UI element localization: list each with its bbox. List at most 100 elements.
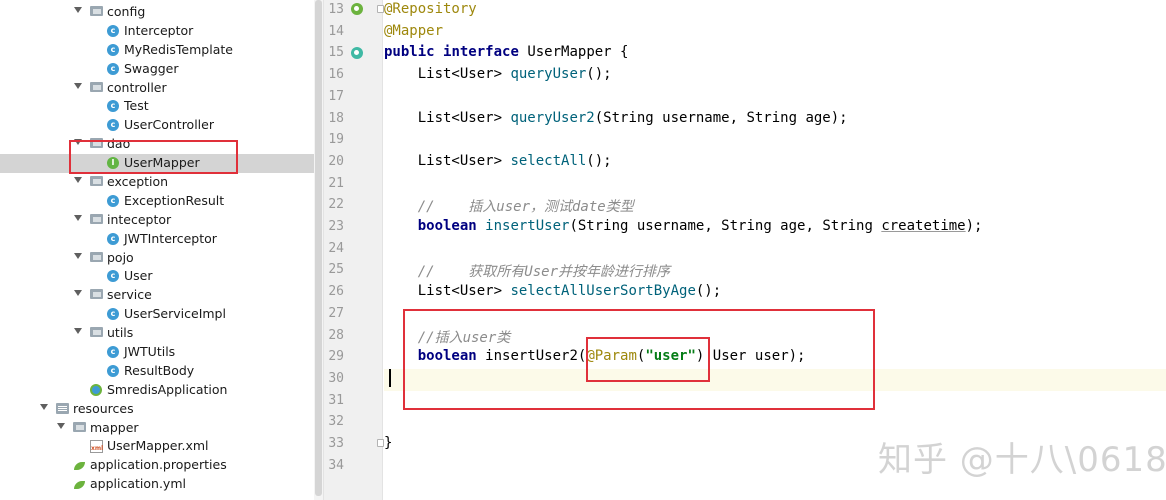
code-line[interactable]: public interface UserMapper { bbox=[384, 43, 1166, 65]
resources-folder-icon bbox=[56, 402, 69, 414]
code-token: List<User> bbox=[384, 109, 511, 126]
tree-item-service[interactable]: service bbox=[0, 286, 314, 305]
code-token: @Mapper bbox=[384, 22, 444, 39]
mapper-navigation-gutter-icon[interactable] bbox=[351, 47, 363, 59]
line-number: 20 bbox=[328, 153, 344, 169]
tree-item-controller[interactable]: controller bbox=[0, 79, 314, 98]
tree-item-usermapper-xml[interactable]: xml UserMapper.xml bbox=[0, 437, 314, 456]
code-line[interactable] bbox=[384, 174, 1166, 196]
class-icon: c bbox=[107, 270, 119, 283]
code-token: selectAllUserSortByAge bbox=[510, 283, 696, 300]
expand-arrow-icon[interactable] bbox=[74, 7, 82, 13]
line-number: 14 bbox=[328, 23, 344, 39]
code-line[interactable]: List<User> selectAllUserSortByAge(); bbox=[384, 282, 1166, 304]
expand-arrow-icon[interactable] bbox=[57, 422, 65, 429]
expand-arrow-icon[interactable] bbox=[74, 290, 82, 297]
code-line[interactable]: // 插入user，测试date类型 bbox=[384, 195, 1166, 217]
tree-item-application-properties[interactable]: application.properties bbox=[0, 456, 314, 475]
code-fold-icon[interactable] bbox=[377, 439, 384, 447]
expand-arrow-icon[interactable] bbox=[74, 82, 82, 89]
code-line[interactable]: @Repository bbox=[384, 0, 1166, 22]
class-icon: c bbox=[107, 232, 119, 245]
tree-item-exception[interactable]: exception bbox=[0, 173, 314, 192]
code-token: interface bbox=[443, 44, 528, 61]
tree-item-label: inteceptor bbox=[107, 211, 172, 227]
tree-item-pojo[interactable]: pojo bbox=[0, 249, 314, 268]
class-icon: c bbox=[107, 62, 119, 75]
tree-item-label: MyRedisTemplate bbox=[124, 41, 233, 57]
tree-item-label: mapper bbox=[90, 419, 139, 435]
tree-item-label: SmredisApplication bbox=[107, 381, 228, 397]
expand-arrow-icon[interactable] bbox=[74, 252, 82, 259]
tree-item-label: Swagger bbox=[124, 60, 179, 76]
tree-item-swagger[interactable]: c Swagger bbox=[0, 60, 314, 79]
spring-config-icon bbox=[73, 478, 86, 492]
tree-item-label: ResultBody bbox=[124, 362, 195, 378]
code-token: createtime bbox=[881, 218, 966, 234]
code-token: ); bbox=[965, 218, 983, 234]
code-fold-icon[interactable] bbox=[377, 5, 384, 13]
tree-item-label: pojo bbox=[107, 249, 134, 265]
code-line[interactable] bbox=[384, 87, 1166, 109]
code-token: (); bbox=[695, 283, 722, 300]
class-icon: c bbox=[107, 194, 119, 207]
code-line[interactable]: List<User> queryUser2(String username, S… bbox=[384, 109, 1166, 131]
code-token: @Repository bbox=[384, 1, 477, 17]
line-number: 32 bbox=[328, 414, 344, 430]
editor-gutter: 13 14 15 16 17 18 19 20 21 22 23 24 25 26 27 28 29 30 31 32… bbox=[324, 0, 384, 500]
tree-item-utils[interactable]: utils bbox=[0, 324, 314, 343]
code-token: // 插入user，测试date类型 bbox=[384, 199, 634, 216]
folder-icon bbox=[90, 176, 103, 187]
tree-item-myredistemplate[interactable]: c MyRedisTemplate bbox=[0, 41, 314, 60]
code-editor[interactable]: @Repository @Mapper public interface UserM… bbox=[384, 0, 1166, 500]
tree-item-resultbody[interactable]: c ResultBody bbox=[0, 362, 314, 381]
tree-item-label: exception bbox=[107, 174, 169, 190]
tree-item-userserviceimpl[interactable]: c UserServiceImpl bbox=[0, 305, 314, 324]
text-caret bbox=[389, 369, 391, 387]
class-icon: c bbox=[107, 119, 119, 132]
tree-item-usercontroller[interactable]: c UserController bbox=[0, 116, 314, 135]
line-number: 15 bbox=[328, 45, 344, 61]
code-line[interactable]: List<User> queryUser(); bbox=[384, 65, 1166, 87]
code-line[interactable]: boolean insertUser(String username, Stri… bbox=[384, 217, 1166, 239]
spring-config-icon bbox=[73, 459, 86, 473]
code-line[interactable] bbox=[384, 412, 1166, 434]
spring-bean-gutter-icon[interactable] bbox=[351, 3, 363, 15]
line-number: 27 bbox=[328, 305, 344, 321]
code-line[interactable]: @Mapper bbox=[384, 22, 1166, 44]
tree-item-interceptor[interactable]: c Interceptor bbox=[0, 22, 314, 41]
tree-item-label: Test bbox=[124, 98, 149, 114]
expand-arrow-icon[interactable] bbox=[74, 328, 82, 335]
folder-icon bbox=[90, 289, 103, 300]
tree-item-inteceptor[interactable]: inteceptor bbox=[0, 211, 314, 230]
code-line[interactable]: // 获取所有User并按年龄进行排序 bbox=[384, 260, 1166, 282]
tree-item-user[interactable]: c User bbox=[0, 267, 314, 286]
tree-item-exceptionresult[interactable]: c ExceptionResult bbox=[0, 192, 314, 211]
tree-item-config[interactable]: config bbox=[0, 3, 314, 22]
tree-item-mapper[interactable]: mapper bbox=[0, 419, 314, 438]
tree-item-label: UserServiceImpl bbox=[124, 306, 226, 322]
tree-item-jwtinterceptor[interactable]: c JWTInterceptor bbox=[0, 230, 314, 249]
tree-item-application-yml[interactable]: application.yml bbox=[0, 475, 314, 494]
tree-item-smredisapplication[interactable]: SmredisApplication bbox=[0, 381, 314, 400]
expand-arrow-icon[interactable] bbox=[74, 214, 82, 221]
tree-item-label: resources bbox=[73, 400, 134, 416]
class-icon: c bbox=[107, 24, 119, 37]
line-number: 28 bbox=[328, 327, 344, 343]
tree-item-test[interactable]: c Test bbox=[0, 97, 314, 116]
code-token: queryUser2 bbox=[510, 109, 595, 126]
tree-item-label: utils bbox=[107, 325, 134, 341]
code-line[interactable] bbox=[384, 239, 1166, 261]
tree-item-label: application.yml bbox=[90, 476, 186, 492]
project-tree-scrollbar[interactable] bbox=[314, 0, 323, 500]
tree-item-resources[interactable]: resources bbox=[0, 400, 314, 419]
code-line[interactable]: List<User> selectAll(); bbox=[384, 152, 1166, 174]
code-line[interactable] bbox=[384, 130, 1166, 152]
tree-item-label: JWTInterceptor bbox=[124, 230, 217, 246]
expand-arrow-icon[interactable] bbox=[40, 403, 48, 410]
tree-item-jwtutils[interactable]: c JWTUtils bbox=[0, 343, 314, 362]
scrollbar-thumb[interactable] bbox=[315, 0, 322, 496]
xml-file-icon: xml bbox=[90, 440, 103, 454]
tree-item-label: config bbox=[107, 4, 146, 19]
expand-arrow-icon[interactable] bbox=[74, 177, 82, 184]
